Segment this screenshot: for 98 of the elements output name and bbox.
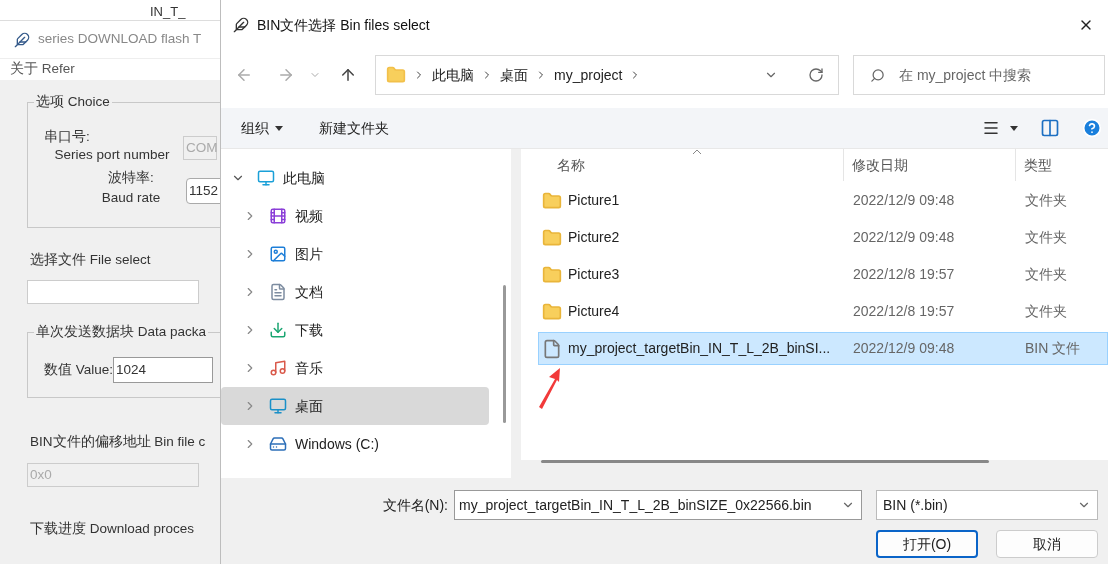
file-type: 文件夹 [1024, 191, 1067, 210]
file-row[interactable]: Picture2 2022/12/9 09:48 文件夹 [538, 221, 1108, 254]
field-label: 选择文件 File select [29, 251, 152, 269]
folder-icon [542, 264, 562, 285]
file-select-field[interactable] [27, 280, 199, 305]
sidebar-label: 下载 [295, 320, 323, 340]
sidebar-item[interactable]: 桌面 [221, 387, 489, 425]
search-icon [870, 67, 885, 83]
column-header[interactable]: 修改日期 [852, 154, 908, 176]
sidebar-item[interactable]: 下载 [221, 311, 489, 349]
file-date: 2022/12/9 09:48 [852, 191, 956, 210]
caret-icon[interactable] [1010, 125, 1018, 131]
sidebar-label: 此电脑 [283, 168, 325, 188]
annotation-arrow [537, 367, 563, 409]
progress-label: 下载进度 Download proces [29, 520, 196, 537]
sidebar-item[interactable]: 此电脑 [221, 159, 489, 197]
sidebar-label: 图片 [295, 244, 323, 264]
breadcrumb-item[interactable]: 桌面 [500, 64, 528, 86]
folder-icon [542, 301, 562, 322]
sidebar-label: 文档 [295, 282, 323, 302]
column-header[interactable]: 名称 [557, 154, 585, 176]
field-label: Baud rate [101, 189, 161, 207]
file-type: 文件夹 [1024, 302, 1067, 321]
sidebar-item[interactable]: 文档 [221, 273, 489, 311]
field-label: BIN文件的偏移地址 Bin file c [29, 433, 207, 452]
feather-icon [14, 31, 30, 48]
field-label: Series port number [54, 146, 170, 164]
cancel-button[interactable]: 取消 [996, 530, 1098, 558]
file-date: 2022/12/8 19:57 [852, 302, 956, 321]
file-row[interactable]: Picture1 2022/12/9 09:48 文件夹 [538, 184, 1108, 217]
file-type: 文件夹 [1024, 265, 1067, 284]
sidebar-label: 视频 [295, 206, 323, 226]
scrollbar[interactable] [502, 285, 506, 423]
refresh-icon[interactable] [808, 67, 824, 83]
sidebar-item[interactable]: 视频 [221, 197, 489, 235]
horizontal-scrollbar[interactable] [541, 460, 989, 463]
sort-caret-icon [692, 149, 702, 155]
file-name: Picture1 [568, 191, 620, 210]
file-date: 2022/12/8 19:57 [852, 265, 956, 284]
file-name: my_project_targetBin_IN_T_L_2B_binSI... [568, 339, 831, 358]
file-type: BIN 文件 [1024, 339, 1081, 358]
view-menu-icon[interactable] [982, 119, 1000, 137]
feather-icon [233, 17, 249, 33]
forward-icon[interactable] [277, 66, 295, 84]
desktop-icon [269, 397, 287, 415]
window-title: BIN文件选择 Bin files select [257, 15, 430, 35]
up-icon[interactable] [339, 66, 357, 84]
sidebar-label: 桌面 [295, 396, 323, 416]
group-legend: 单次发送数据块 Data packa [34, 323, 209, 342]
back-icon[interactable] [235, 66, 253, 84]
file-icon [542, 338, 562, 359]
sidebar-item[interactable]: Windows (C:) [221, 425, 489, 463]
search-placeholder: 在 my_project 中搜索 [899, 65, 1032, 85]
monitor-icon [257, 169, 275, 187]
file-name: Picture3 [568, 265, 620, 284]
file-row[interactable]: Picture3 2022/12/8 19:57 文件夹 [538, 258, 1108, 291]
preview-pane-icon[interactable] [1040, 118, 1060, 138]
file-name: Picture2 [568, 228, 620, 247]
column-header[interactable]: 类型 [1024, 154, 1052, 176]
breadcrumb-item[interactable]: my_project [554, 64, 623, 86]
folder-icon [386, 65, 406, 85]
address-bar[interactable]: 此电脑 桌面 my_project [375, 55, 839, 95]
field-label: 波特率: [108, 169, 154, 187]
image-icon [269, 245, 287, 263]
download-icon [269, 321, 287, 339]
caret-icon [275, 125, 283, 131]
folder-icon [542, 190, 562, 211]
film-icon [269, 207, 287, 225]
music-icon [269, 359, 287, 377]
file-type: 文件夹 [1024, 228, 1067, 247]
baud-field[interactable]: 1152 [186, 178, 220, 204]
file-row[interactable]: my_project_targetBin_IN_T_L_2B_binSI... 2022/12/9 09:48 BIN 文件 [538, 332, 1108, 365]
window-tab-text: IN_T_ [150, 4, 186, 20]
help-icon[interactable] [1082, 118, 1102, 138]
file-date: 2022/12/9 09:48 [852, 339, 956, 358]
organize-button[interactable]: 组织 [241, 117, 283, 139]
sidebar-label: Windows (C:) [295, 434, 379, 454]
open-button[interactable]: 打开(O) [876, 530, 978, 558]
value-field[interactable]: 1024 [113, 357, 214, 384]
document-icon [269, 283, 287, 301]
file-type-select[interactable]: BIN (*.bin) [876, 490, 1098, 520]
window-title: series DOWNLOAD flash T [38, 30, 202, 49]
field-label: 串口号: [44, 128, 90, 146]
field-label: 数值 Value: [44, 361, 114, 380]
field-label: 文件名(N): [382, 495, 448, 515]
folder-icon [542, 227, 562, 248]
file-name-field[interactable]: my_project_targetBin_IN_T_L_2B_binSIZE_0x22566.bin [454, 490, 862, 520]
search-field[interactable]: 在 my_project 中搜索 [853, 55, 1105, 95]
breadcrumb-item[interactable]: 此电脑 [432, 64, 474, 86]
sidebar-item[interactable]: 图片 [221, 235, 489, 273]
sidebar-item[interactable]: 音乐 [221, 349, 489, 387]
sidebar-label: 音乐 [295, 358, 323, 378]
file-name: Picture4 [568, 302, 620, 321]
new-folder-button[interactable]: 新建文件夹 [319, 117, 389, 139]
drive-icon [269, 435, 287, 453]
group-legend: 选项 Choice [34, 93, 112, 111]
file-date: 2022/12/9 09:48 [852, 228, 956, 247]
file-row[interactable]: Picture4 2022/12/8 19:57 文件夹 [538, 295, 1108, 328]
